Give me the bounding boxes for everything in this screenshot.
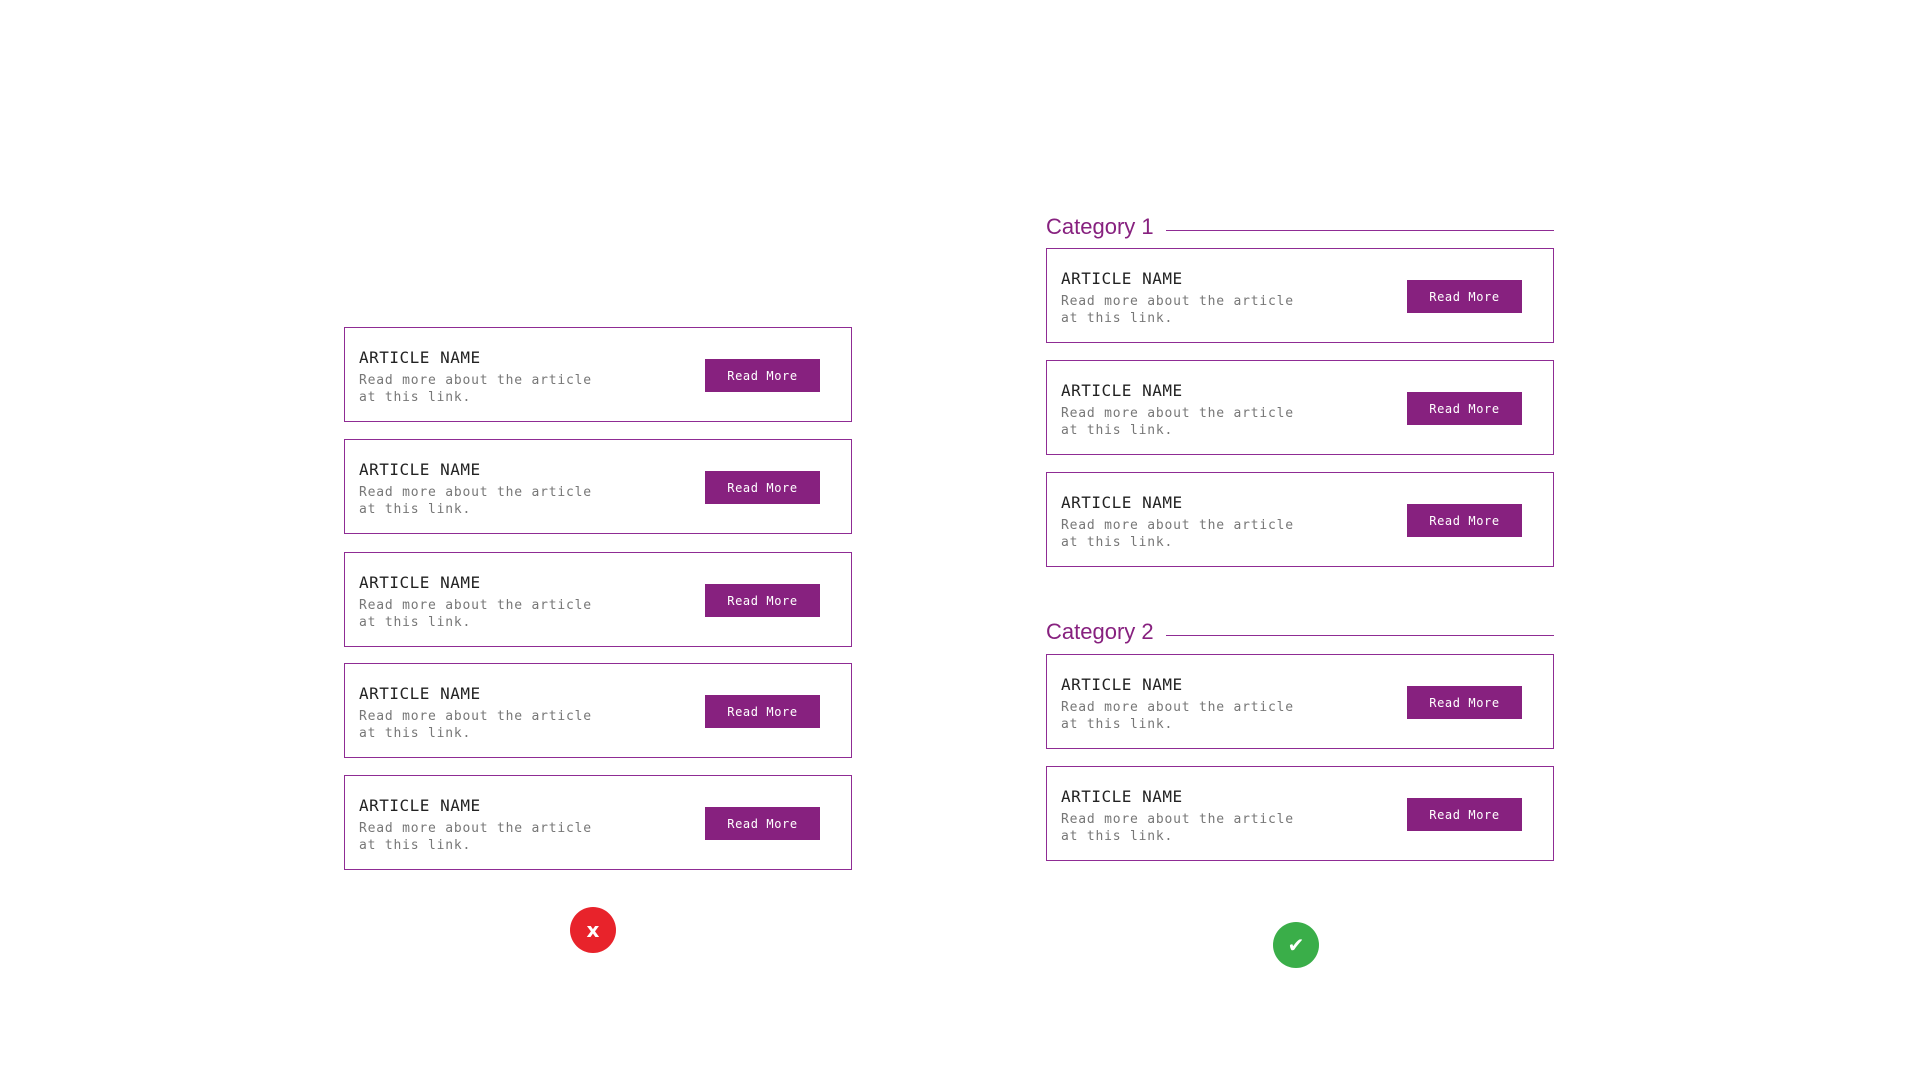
- article-description: Read more about the article at this link…: [359, 821, 592, 853]
- category-divider: [1166, 230, 1554, 231]
- article-description: Read more about the article at this link…: [359, 485, 592, 517]
- article-title: ARTICLE NAME: [1061, 493, 1183, 512]
- read-more-button[interactable]: Read More: [1407, 686, 1522, 719]
- article-card: ARTICLE NAME Read more about the article…: [344, 552, 852, 647]
- category-divider: [1166, 635, 1554, 636]
- category-title: Category 2: [1046, 619, 1162, 645]
- article-card: ARTICLE NAME Read more about the article…: [344, 775, 852, 870]
- article-description: Read more about the article at this link…: [359, 373, 592, 405]
- read-more-button[interactable]: Read More: [705, 471, 820, 504]
- article-description: Read more about the article at this link…: [1061, 700, 1294, 732]
- category-title: Category 1: [1046, 214, 1162, 240]
- read-more-button[interactable]: Read More: [1407, 280, 1522, 313]
- article-card: ARTICLE NAME Read more about the article…: [344, 327, 852, 422]
- article-title: ARTICLE NAME: [359, 460, 481, 479]
- read-more-button[interactable]: Read More: [1407, 798, 1522, 831]
- article-card: ARTICLE NAME Read more about the article…: [344, 663, 852, 758]
- article-description: Read more about the article at this link…: [359, 598, 592, 630]
- article-card: ARTICLE NAME Read more about the article…: [1046, 766, 1554, 861]
- comparison-stage: ARTICLE NAME Read more about the article…: [0, 0, 1920, 1080]
- read-more-button[interactable]: Read More: [705, 695, 820, 728]
- read-more-button[interactable]: Read More: [705, 584, 820, 617]
- category-group: Category 1 ARTICLE NAME Read more about …: [1046, 210, 1554, 567]
- article-title: ARTICLE NAME: [359, 684, 481, 703]
- article-title: ARTICLE NAME: [1061, 787, 1183, 806]
- category-header: Category 2: [1046, 615, 1554, 649]
- article-title: ARTICLE NAME: [1061, 381, 1183, 400]
- article-description: Read more about the article at this link…: [1061, 294, 1294, 326]
- article-title: ARTICLE NAME: [359, 573, 481, 592]
- read-more-button[interactable]: Read More: [705, 359, 820, 392]
- read-more-button[interactable]: Read More: [1407, 504, 1522, 537]
- article-description: Read more about the article at this link…: [1061, 518, 1294, 550]
- article-title: ARTICLE NAME: [1061, 675, 1183, 694]
- article-card: ARTICLE NAME Read more about the article…: [1046, 248, 1554, 343]
- article-card: ARTICLE NAME Read more about the article…: [1046, 360, 1554, 455]
- read-more-button[interactable]: Read More: [705, 807, 820, 840]
- read-more-button[interactable]: Read More: [1407, 392, 1522, 425]
- article-description: Read more about the article at this link…: [359, 709, 592, 741]
- article-title: ARTICLE NAME: [359, 348, 481, 367]
- ungrouped-article-list: ARTICLE NAME Read more about the article…: [344, 327, 852, 887]
- article-card: ARTICLE NAME Read more about the article…: [1046, 654, 1554, 749]
- categorized-article-list: Category 1 ARTICLE NAME Read more about …: [1046, 210, 1554, 861]
- article-description: Read more about the article at this link…: [1061, 406, 1294, 438]
- article-description: Read more about the article at this link…: [1061, 812, 1294, 844]
- article-card: ARTICLE NAME Read more about the article…: [344, 439, 852, 534]
- article-title: ARTICLE NAME: [359, 796, 481, 815]
- check-icon: ✔: [1273, 922, 1319, 968]
- category-header: Category 1: [1046, 210, 1554, 244]
- cross-icon: x: [570, 907, 616, 953]
- article-title: ARTICLE NAME: [1061, 269, 1183, 288]
- category-group: Category 2 ARTICLE NAME Read more about …: [1046, 615, 1554, 861]
- article-card: ARTICLE NAME Read more about the article…: [1046, 472, 1554, 567]
